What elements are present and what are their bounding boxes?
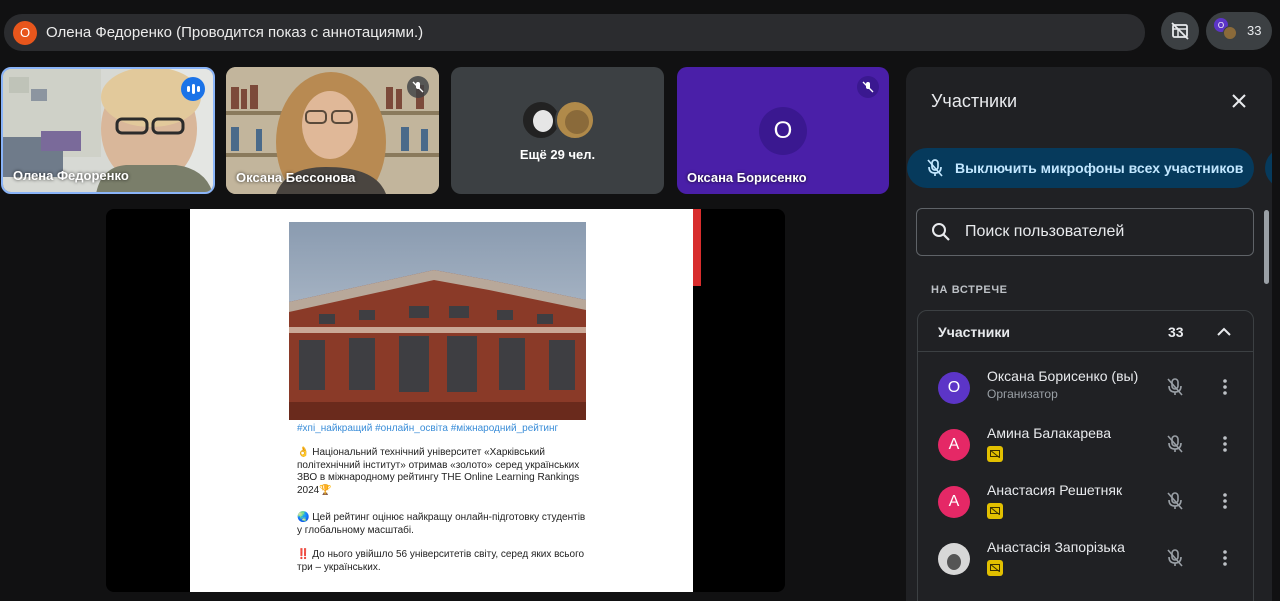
video-tile-oksana-borysenko[interactable]: О Оксана Борисенко (677, 67, 889, 194)
mic-off-icon[interactable] (1164, 547, 1186, 569)
hashtags: #хпі_найкращий #онлайн_освіта #міжнародн… (297, 423, 559, 434)
slide-accent-bar (693, 209, 701, 286)
participant-row[interactable]: О Оксана Борисенко (вы) Организатор (918, 359, 1253, 416)
mic-off-icon[interactable] (1164, 490, 1186, 512)
speaking-indicator (181, 77, 205, 101)
mute-all-label: Выключить микрофоны всех участников (955, 160, 1244, 176)
avatar: А (938, 429, 970, 461)
search-placeholder: Поиск пользователей (965, 223, 1125, 240)
avatar (1223, 26, 1237, 40)
avatar: А (938, 486, 970, 518)
avatar: О (938, 372, 970, 404)
people-button[interactable]: O 33 (1206, 12, 1272, 50)
more-vert-icon[interactable] (1220, 376, 1230, 398)
mute-all-button[interactable]: Выключить микрофоны всех участников (907, 148, 1254, 188)
participants-group: Участники 33 О Оксана Борисенко (вы) Орг… (917, 310, 1254, 601)
avatar (938, 543, 970, 575)
mic-off-icon (857, 76, 879, 98)
participants-panel: Участники Выключить микрофоны всех участ… (906, 67, 1272, 601)
tile-name: Оксана Бессонова (236, 170, 356, 185)
participant-name: Анастасия Решетняк (987, 482, 1123, 498)
video-tile-olena[interactable]: Олена Федоренко (1, 67, 215, 194)
grid-off-icon (1171, 22, 1189, 40)
post-paragraph: 👌 Національний технічний університет «Ха… (297, 447, 580, 496)
more-vert-icon[interactable] (1220, 433, 1230, 455)
shared-screen[interactable]: #хпі_найкращий #онлайн_освіта #міжнародн… (106, 209, 785, 592)
close-button[interactable] (1227, 89, 1251, 113)
more-vert-icon[interactable] (1220, 547, 1230, 569)
presentation-badge-icon (987, 560, 1003, 576)
panel-action-button[interactable] (1265, 148, 1272, 188)
post-paragraph: 🌏 Цей рейтинг оцінює найкращу онлайн-під… (297, 512, 586, 536)
search-icon (932, 223, 950, 241)
slide: #хпі_найкращий #онлайн_освіта #міжнародн… (190, 209, 693, 592)
more-vert-icon[interactable] (1220, 490, 1230, 512)
hide-tiles-button[interactable] (1161, 12, 1199, 50)
mic-off-icon (407, 76, 429, 98)
group-header[interactable]: Участники 33 (918, 311, 1253, 352)
scrollbar[interactable] (1264, 210, 1269, 284)
participant-name: Амина Балакарева (987, 425, 1111, 441)
participant-row[interactable]: А Амина Балакарева (918, 416, 1253, 473)
tile-name: Олена Федоренко (13, 168, 129, 183)
video-tile-oksana-bessonova[interactable]: Оксана Бессонова (226, 67, 439, 194)
post-paragraph: ‼️ До нього увійшло 56 університетів сві… (297, 549, 585, 573)
more-participants-label: Ещё 29 чел. (519, 147, 596, 162)
mic-off-icon[interactable] (1164, 376, 1186, 398)
group-count: 33 (1168, 324, 1184, 340)
mic-off-icon[interactable] (1164, 433, 1186, 455)
presentation-badge-icon (987, 503, 1003, 519)
presenting-banner[interactable]: О Олена Федоренко (Проводится показ с ан… (4, 14, 1145, 51)
participant-count: 33 (1247, 23, 1262, 38)
mic-off-icon (927, 159, 943, 177)
presenter-avatar: О (13, 20, 37, 45)
video-tile-others[interactable]: Ещё 29 чел. (451, 67, 664, 194)
participant-role: Организатор (987, 387, 1058, 401)
presentation-badge-icon (987, 446, 1003, 462)
panel-title: Участники (931, 91, 1017, 111)
participant-row[interactable]: А Анастасия Решетняк (918, 473, 1253, 530)
avatar (555, 100, 595, 140)
search-input[interactable]: Поиск пользователей (916, 208, 1254, 256)
participant-row[interactable]: Анастасія Запорізька (918, 530, 1253, 587)
close-icon (1232, 94, 1246, 108)
participant-name: Оксана Борисенко (вы) (987, 368, 1139, 384)
presenting-text: Олена Федоренко (Проводится показ с анно… (46, 24, 424, 41)
tile-name: Оксана Борисенко (687, 170, 807, 185)
chevron-up-icon[interactable] (1215, 323, 1233, 341)
group-title: Участники (938, 324, 1010, 340)
avatar: О (759, 107, 807, 155)
participant-name: Анастасія Запорізька (987, 539, 1125, 555)
section-label: НА ВСТРЕЧЕ (931, 284, 1008, 296)
meet-window: О Олена Федоренко (Проводится показ с ан… (0, 0, 1280, 601)
building-photo (289, 222, 586, 420)
